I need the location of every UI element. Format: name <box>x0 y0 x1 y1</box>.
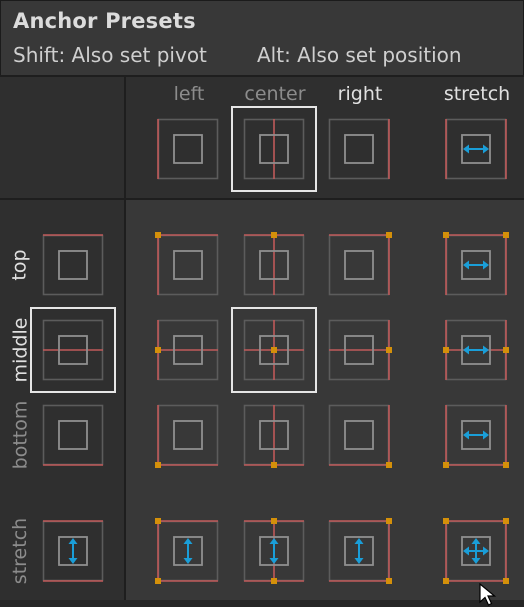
anchor-preset-bottom-center[interactable] <box>231 392 317 478</box>
column-label-left: left <box>173 83 205 105</box>
panel-title: Anchor Presets <box>13 9 196 33</box>
anchor-preset-top-right[interactable] <box>316 222 402 308</box>
anchor-preset-right-column[interactable] <box>316 106 402 192</box>
vertical-divider <box>124 77 126 600</box>
row-label-top-text: top <box>8 249 31 281</box>
anchor-preset-middle-left[interactable] <box>145 307 231 393</box>
alt-hint: Alt: Also set position <box>257 43 462 67</box>
selected-row-outline <box>30 307 116 393</box>
anchor-preset-stretch-left[interactable] <box>145 508 231 594</box>
anchor-preset-bottom-left[interactable] <box>145 392 231 478</box>
anchor-preset-bottom-right[interactable] <box>316 392 402 478</box>
anchor-preset-top-row[interactable] <box>30 222 116 308</box>
anchor-preset-stretch-row[interactable] <box>30 508 116 594</box>
horizontal-divider <box>0 198 524 200</box>
column-label-stretch: stretch <box>443 83 511 105</box>
column-label-right: right <box>337 83 383 105</box>
anchor-preset-stretch-column[interactable] <box>433 106 519 192</box>
anchor-preset-middle-right[interactable] <box>316 307 402 393</box>
anchor-preset-middle-stretch[interactable] <box>433 307 519 393</box>
anchor-preset-top-left[interactable] <box>145 222 231 308</box>
selected-preset-outline <box>231 307 317 393</box>
anchor-preset-top-stretch[interactable] <box>433 222 519 308</box>
anchor-preset-stretch-stretch[interactable] <box>433 508 519 594</box>
mouse-cursor-icon <box>479 583 497 606</box>
anchor-preset-left-column[interactable] <box>145 106 231 192</box>
anchor-preset-top-center[interactable] <box>231 222 317 308</box>
anchor-preset-bottom-stretch[interactable] <box>433 392 519 478</box>
corner-cell <box>0 77 124 198</box>
row-label-stretch-text: stretch <box>9 517 31 585</box>
anchor-preset-stretch-center[interactable] <box>231 508 317 594</box>
row-label-middle-text: middle <box>9 317 32 383</box>
selected-column-outline <box>231 106 317 192</box>
anchor-preset-stretch-right[interactable] <box>316 508 402 594</box>
shift-hint: Shift: Also set pivot <box>13 43 207 67</box>
row-label-bottom-text: bottom <box>9 400 31 470</box>
anchor-preset-bottom-row[interactable] <box>30 392 116 478</box>
